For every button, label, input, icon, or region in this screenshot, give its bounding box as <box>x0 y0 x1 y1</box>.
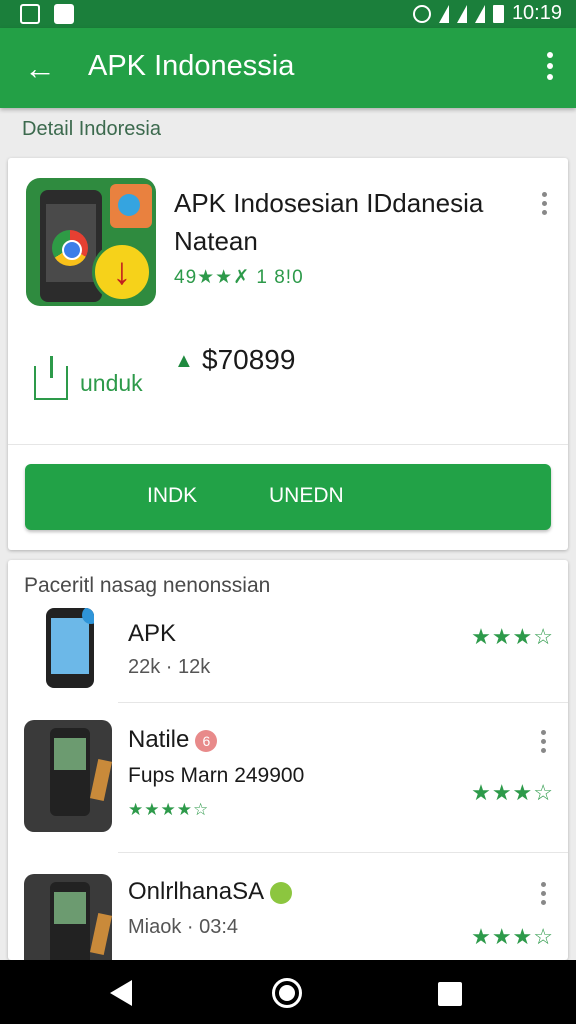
browser-logo-icon <box>52 230 88 266</box>
battery-icon <box>492 4 504 23</box>
check-icon <box>54 4 74 24</box>
nav-recents-icon[interactable] <box>438 982 462 1006</box>
app-thumbnail <box>24 874 112 960</box>
app-title: APK Indosesian IDdanesia Natean <box>174 188 484 256</box>
badge-icon <box>82 608 94 624</box>
signal-icon <box>456 4 467 23</box>
more-vert-icon[interactable] <box>542 52 558 86</box>
divider <box>118 702 568 703</box>
download-icon <box>34 356 68 400</box>
list-item[interactable]: OnlrlhanaSA Miaok · 03:4 ★★★☆ <box>8 854 568 960</box>
nav-home-icon[interactable] <box>272 978 302 1008</box>
list-item-subtitle: Fups Marn 249900 <box>128 764 305 787</box>
status-system-icons: 10:19 <box>412 2 562 25</box>
status-time: 10:19 <box>511 2 562 24</box>
alarm-icon <box>412 4 431 23</box>
price-tag-icon: ▲ <box>174 350 194 372</box>
list-item[interactable]: APK 22k · 12k ★★★☆ <box>8 560 568 700</box>
more-vert-icon[interactable] <box>538 730 548 754</box>
app-rating: 49★★✗ 1 8!0 <box>174 267 304 288</box>
app-price: $70899 <box>202 344 296 375</box>
list-item-title: Natile 6 <box>128 726 218 754</box>
install-button-label: INDK <box>147 484 198 507</box>
arrow-left-icon[interactable]: ← <box>20 48 60 88</box>
wifi-icon <box>438 4 449 23</box>
download-label: unduk <box>80 369 143 396</box>
navigation-bar <box>0 960 576 1024</box>
app-icon: ↓ <box>26 178 156 306</box>
section-label: Detail Indoresia <box>22 118 161 140</box>
nav-back-icon[interactable] <box>110 980 132 1006</box>
apps-logo-icon <box>110 184 152 228</box>
notification-badge: 6 <box>195 729 218 752</box>
download-action[interactable]: unduk <box>34 356 143 400</box>
more-vert-icon[interactable] <box>538 192 550 220</box>
app-bar-title: APK Indonessia <box>88 50 295 82</box>
list-item-title: APK <box>128 620 177 647</box>
star-rating: ★★★☆ <box>471 624 554 649</box>
app-detail-card: ↓ APK Indosesian IDdanesia Natean 49★★✗ … <box>8 158 568 550</box>
list-item-title: OnlrlhanaSA <box>128 878 293 906</box>
badge-icon <box>270 881 293 904</box>
star-rating: ★★★☆ <box>471 780 554 805</box>
status-notifications <box>20 4 74 24</box>
list-item-subtitle: 22k · 12k <box>128 656 211 678</box>
list-item-subtitle: Miaok · 03:4 <box>128 916 239 938</box>
image-icon <box>20 4 40 24</box>
divider <box>8 444 568 445</box>
more-vert-icon[interactable] <box>538 882 548 906</box>
small-star-rating: ★★★★☆ <box>128 800 210 819</box>
status-bar: 10:19 <box>0 0 576 28</box>
install-button-label-secondary: UNEDN <box>269 484 344 507</box>
star-rating: ★★★☆ <box>471 924 554 949</box>
list-item[interactable]: Natile 6 Fups Marn 249900 ★★★★☆ ★★★☆ <box>8 704 568 850</box>
app-thumbnail <box>24 720 112 832</box>
app-thumbnail <box>46 608 94 688</box>
signal-icon <box>474 4 485 23</box>
install-button[interactable]: INDK UNEDN <box>25 464 551 530</box>
divider <box>118 852 568 853</box>
download-arrow-logo-icon: ↓ <box>92 242 152 302</box>
related-apps-card: Paceritl nasag nenonssian APK 22k · 12k … <box>8 560 568 960</box>
app-bar: ← APK Indonessia <box>0 28 576 108</box>
